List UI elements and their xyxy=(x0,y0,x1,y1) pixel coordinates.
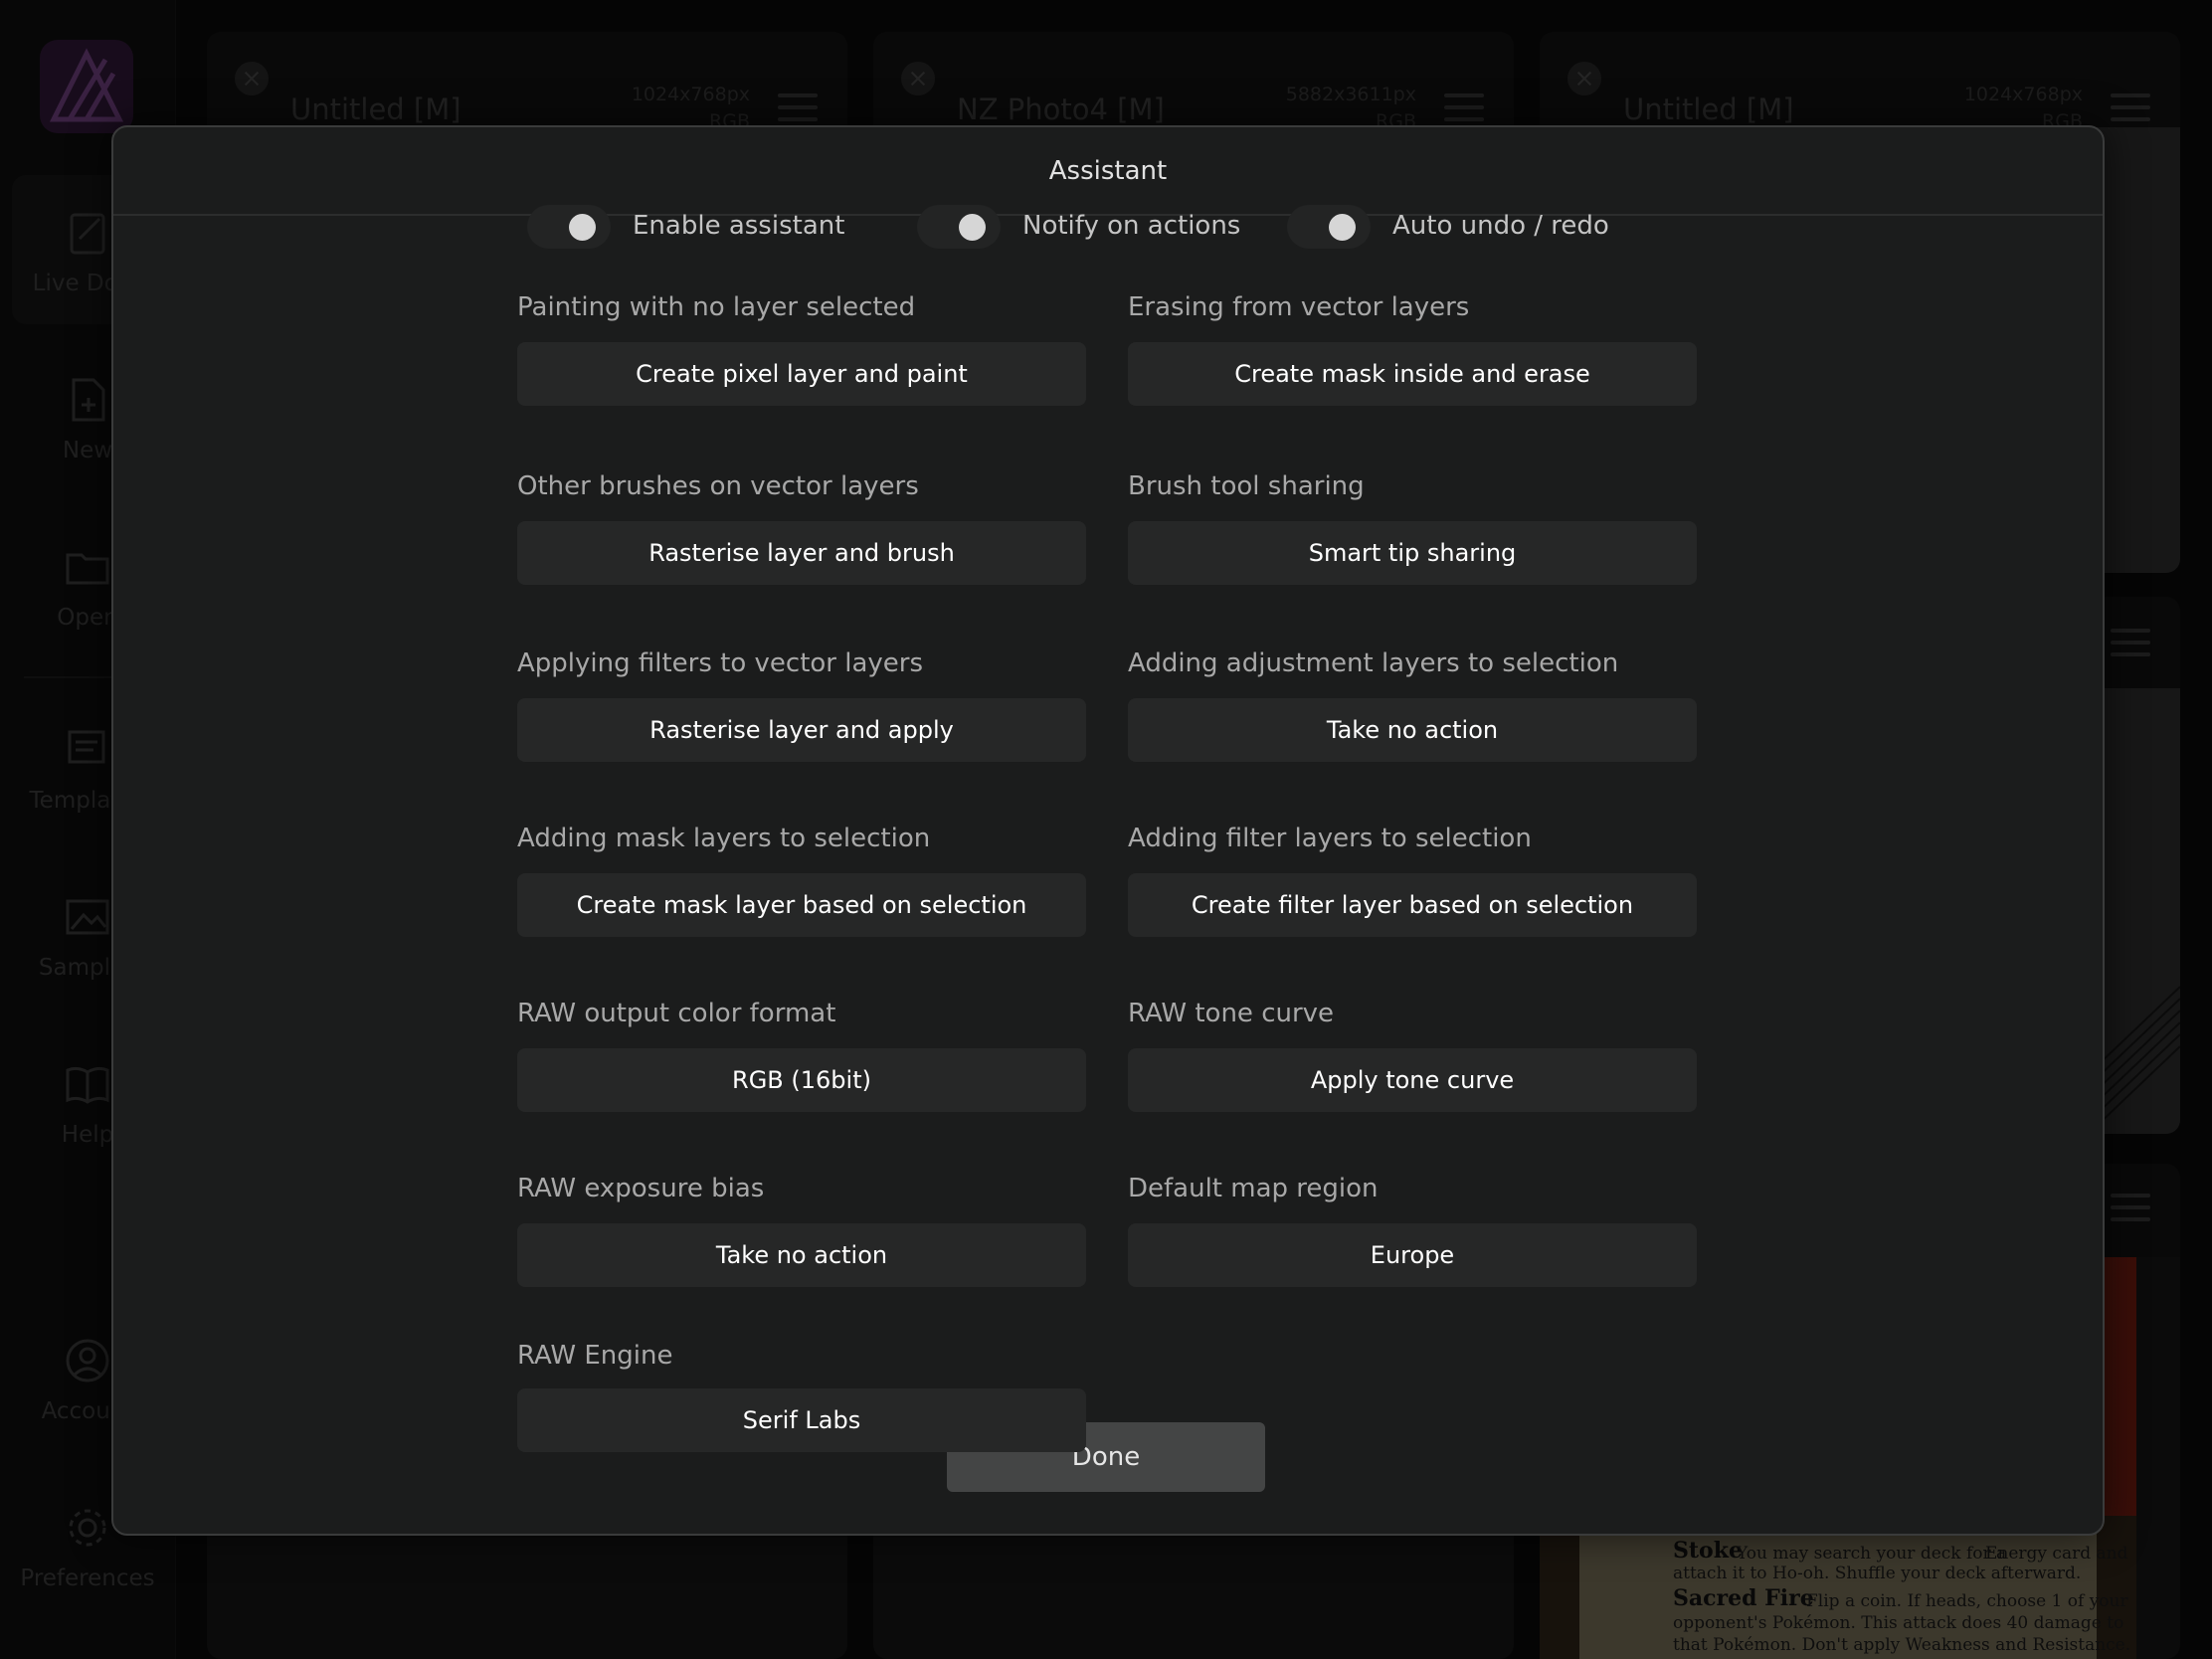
adjustment-layers-select[interactable]: Take no action xyxy=(1128,698,1697,762)
default-map-region-select[interactable]: Europe xyxy=(1128,1223,1697,1287)
setting-label: Brush tool sharing xyxy=(1128,471,1365,501)
toggle-label: Auto undo / redo xyxy=(1392,211,1609,241)
setting-label: Default map region xyxy=(1128,1174,1379,1203)
toggle-knob xyxy=(569,214,596,241)
setting-label: Other brushes on vector layers xyxy=(517,471,919,501)
setting-label: Erasing from vector layers xyxy=(1128,292,1470,322)
erasing-vector-select[interactable]: Create mask inside and erase xyxy=(1128,342,1697,406)
other-brushes-select[interactable]: Rasterise layer and brush xyxy=(517,521,1086,585)
raw-exposure-bias-select[interactable]: Take no action xyxy=(517,1223,1086,1287)
toggle-label: Enable assistant xyxy=(633,211,845,241)
dialog-title: Assistant xyxy=(1048,156,1168,186)
setting-label: Painting with no layer selected xyxy=(517,292,916,322)
setting-label: Adding mask layers to selection xyxy=(517,824,931,853)
setting-label: Adding adjustment layers to selection xyxy=(1128,648,1619,678)
toggle-knob xyxy=(959,214,986,241)
raw-tone-curve-select[interactable]: Apply tone curve xyxy=(1128,1048,1697,1112)
mask-layers-select[interactable]: Create mask layer based on selection xyxy=(517,873,1086,937)
raw-output-format-select[interactable]: RGB (16bit) xyxy=(517,1048,1086,1112)
brush-tool-sharing-select[interactable]: Smart tip sharing xyxy=(1128,521,1697,585)
toggle-label: Notify on actions xyxy=(1022,211,1241,241)
setting-label: Applying filters to vector layers xyxy=(517,648,924,678)
setting-label: RAW tone curve xyxy=(1128,999,1335,1028)
setting-label: RAW exposure bias xyxy=(517,1174,765,1203)
filter-layers-select[interactable]: Create filter layer based on selection xyxy=(1128,873,1697,937)
filters-vector-select[interactable]: Rasterise layer and apply xyxy=(517,698,1086,762)
toggle-knob xyxy=(1329,214,1356,241)
raw-engine-select[interactable]: Serif Labs xyxy=(517,1388,1086,1452)
assistant-dialog: Assistant Enable assistant Notify on act… xyxy=(111,125,2105,1536)
painting-no-layer-select[interactable]: Create pixel layer and paint xyxy=(517,342,1086,406)
setting-label: RAW Engine xyxy=(517,1341,673,1371)
setting-label: RAW output color format xyxy=(517,999,836,1028)
setting-label: Adding filter layers to selection xyxy=(1128,824,1532,853)
